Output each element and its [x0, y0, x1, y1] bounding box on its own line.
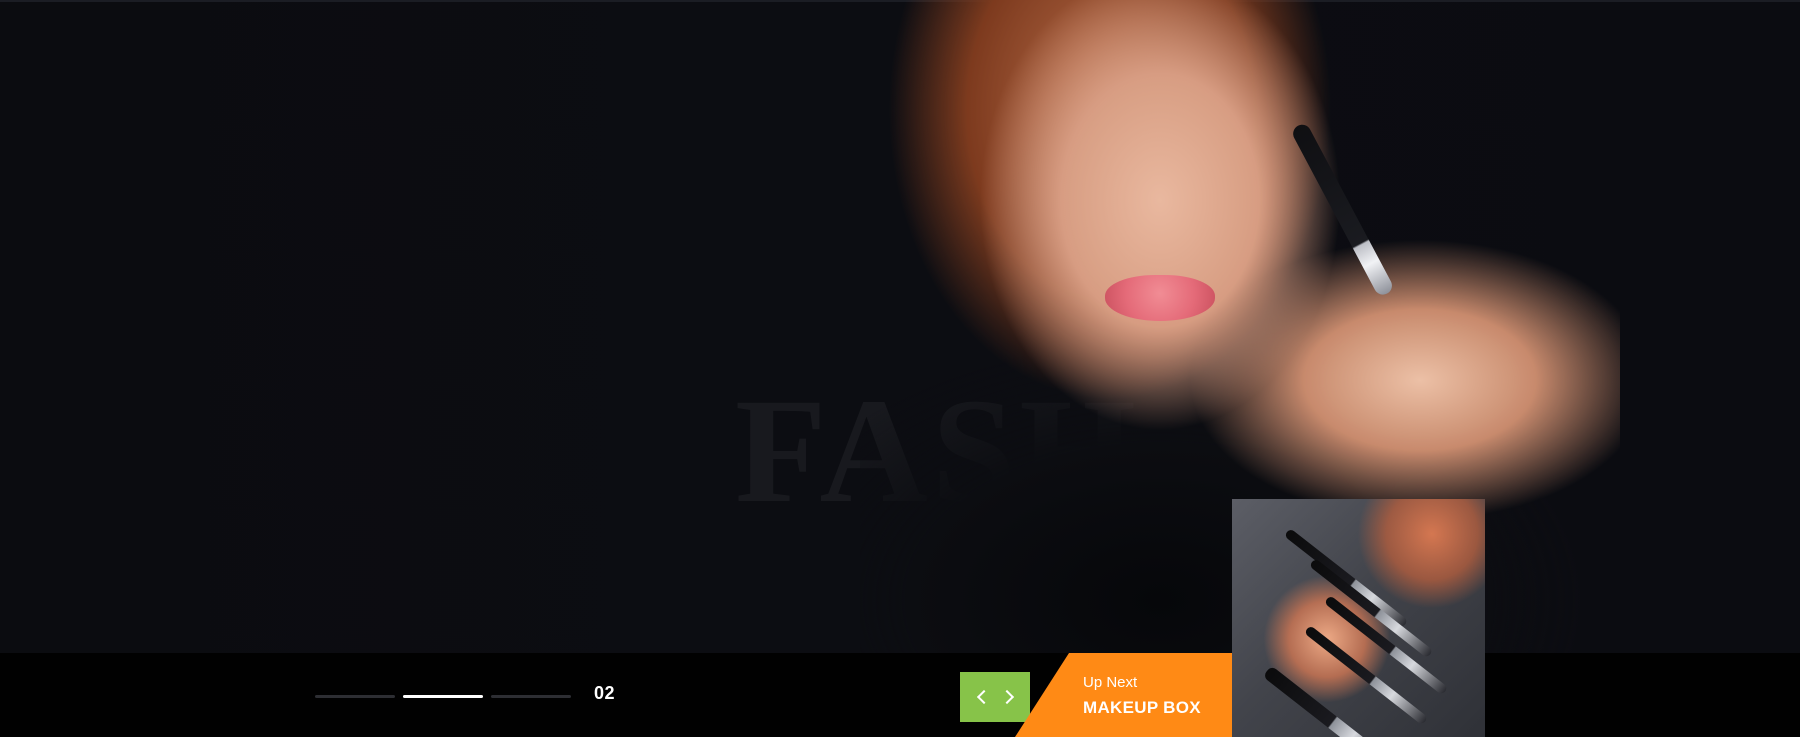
hero-section: FASH — [0, 0, 1800, 653]
hero-model-lips — [1105, 275, 1215, 321]
progress-segment-2-active[interactable] — [403, 695, 483, 698]
progress-segment-3[interactable] — [491, 695, 571, 698]
up-next-thumbnail[interactable] — [1232, 499, 1485, 737]
progress-segment-1[interactable] — [315, 695, 395, 698]
slider-nav — [960, 672, 1030, 722]
up-next-label: Up Next — [1083, 674, 1138, 691]
chevron-right-icon — [999, 689, 1014, 705]
slider-bottom-bar — [0, 653, 1800, 737]
up-next-title: MAKEUP BOX — [1083, 698, 1201, 717]
chevron-left-icon — [976, 689, 991, 705]
prev-slide-button[interactable] — [972, 685, 995, 709]
slider-progress — [315, 695, 571, 698]
next-slide-button[interactable] — [995, 685, 1018, 709]
slide-index: 02 — [594, 683, 616, 703]
